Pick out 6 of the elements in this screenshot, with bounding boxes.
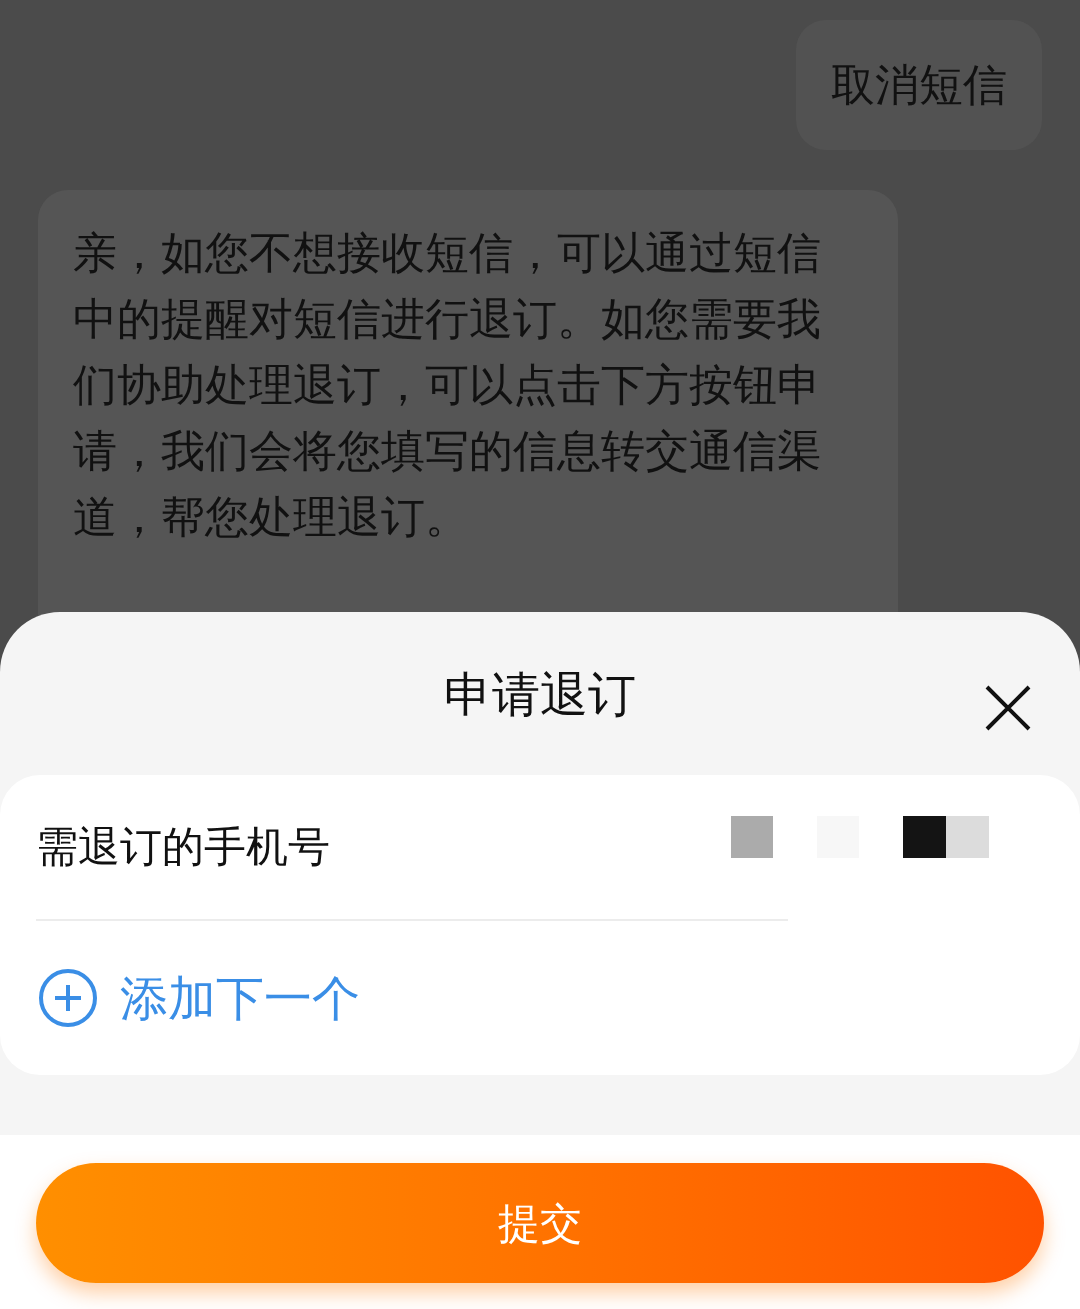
close-icon[interactable] <box>984 684 1032 732</box>
field-label: 需退订的手机号 <box>36 826 330 868</box>
add-next-link[interactable]: 添加下一个 <box>38 968 1080 1028</box>
message-bubble: 取消短信 <box>796 20 1042 150</box>
plus-circle-icon <box>38 968 98 1028</box>
submit-button[interactable]: 提交 <box>36 1163 1044 1283</box>
